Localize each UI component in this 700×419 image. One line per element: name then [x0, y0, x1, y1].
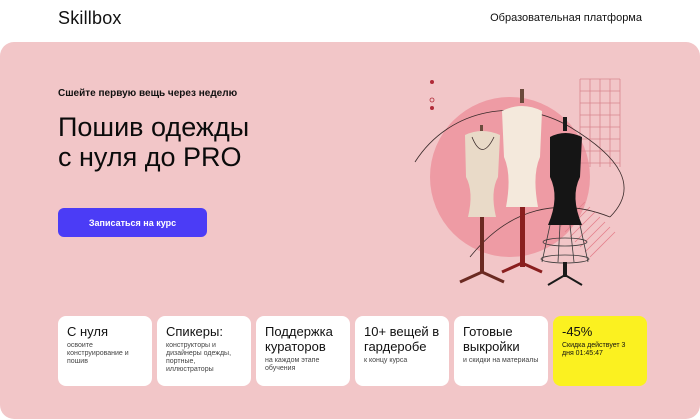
card-text: на каждом этапе обучения — [265, 357, 320, 372]
platform-tagline: Образовательная платформа — [490, 12, 642, 24]
feature-card-wardrobe: 10+ вещей в гардеробе к концу курса — [355, 316, 449, 386]
card-text: конструкторы и дизайнеры одежды, портные… — [166, 342, 232, 373]
discount-card[interactable]: -45% Скидка действует 3 дня 01:45:47 — [553, 316, 647, 386]
discount-timer: Скидка действует 3 дня 01:45:47 — [562, 342, 626, 357]
card-text: освоите конструирование и пошив — [67, 342, 129, 365]
title-line-1: Пошив одежды — [58, 112, 250, 142]
feature-card-support: Поддержка кураторов на каждом этапе обуч… — [256, 316, 350, 386]
discount-value: -45% — [562, 324, 593, 339]
feature-card-speakers: Спикеры: конструкторы и дизайнеры одежды… — [157, 316, 251, 386]
title-line-2: с нуля до PRO — [58, 142, 242, 172]
card-title: Поддержка кураторов — [265, 324, 333, 354]
top-bar: Skillbox Образовательная платформа — [0, 0, 700, 42]
card-title: С нуля — [67, 324, 109, 339]
skillbox-logo[interactable]: Skillbox — [58, 8, 122, 29]
card-title: 10+ вещей в гардеробе — [364, 324, 440, 354]
card-title: Спикеры: — [166, 324, 223, 339]
features-list: С нуля освоите конструирование и пошив С… — [58, 316, 647, 386]
enroll-button[interactable]: Записаться на курс — [58, 208, 207, 237]
card-text: и скидки на материалы — [463, 357, 539, 364]
feature-card-from-scratch: С нуля освоите конструирование и пошив — [58, 316, 152, 386]
feature-card-patterns: Готовые выкройки и скидки на материалы — [454, 316, 548, 386]
card-text: к концу курса — [364, 357, 408, 364]
hero-banner: Сшейте первую вещь через неделю Пошив од… — [0, 42, 700, 419]
card-title: Готовые выкройки — [463, 324, 520, 354]
page-title: Пошив одежды с нуля до PRO — [58, 112, 358, 172]
mannequins-illustration-icon — [414, 78, 625, 286]
hero-subtitle: Сшейте первую вещь через неделю — [58, 88, 238, 99]
